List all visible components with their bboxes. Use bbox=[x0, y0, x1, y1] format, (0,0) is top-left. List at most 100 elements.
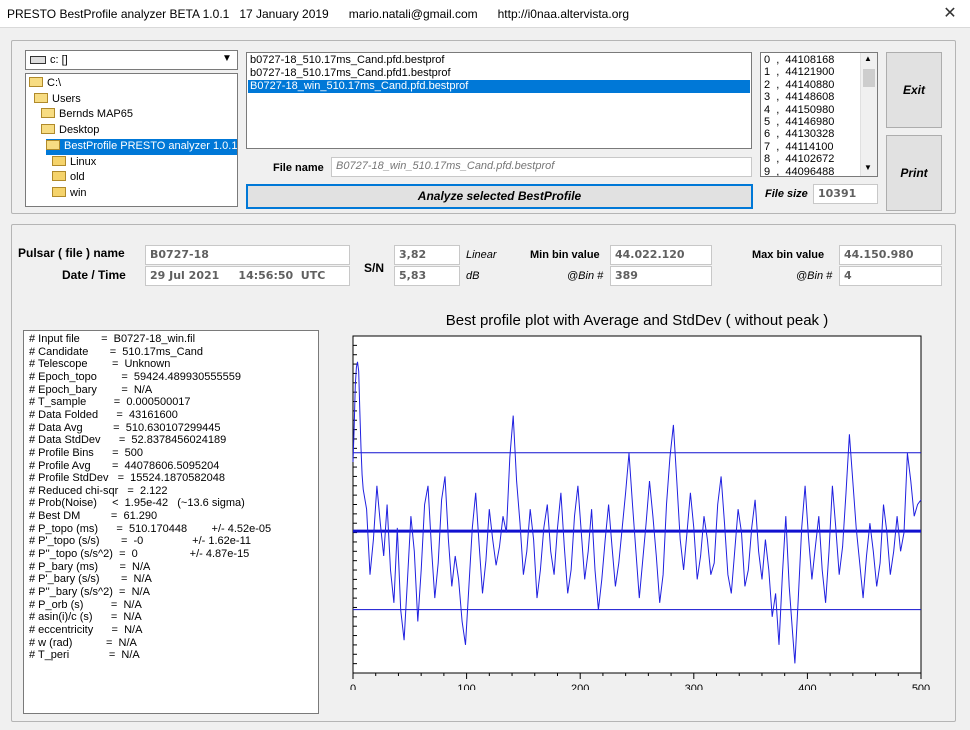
info-line: # Input file = B0727-18_win.fil bbox=[29, 333, 196, 345]
plot-area bbox=[352, 335, 922, 674]
file-list[interactable]: b0727-18_510.17ms_Cand.pfd.bestprof b0727… bbox=[246, 52, 752, 149]
datetime-field: 29 Jul 2021 14:56:50 UTC bbox=[145, 266, 350, 286]
x-tick-label: 0 bbox=[350, 683, 356, 690]
folder-icon bbox=[52, 155, 66, 166]
info-line: # Prob(Noise) < 1.95e-42 (~13.6 sigma) bbox=[29, 497, 245, 510]
info-line: # Data Folded = 43161600 bbox=[29, 408, 178, 421]
folder-icon bbox=[41, 108, 55, 119]
directory-item[interactable]: C:\ bbox=[29, 76, 61, 92]
pulsar-label: Pulsar ( file ) name bbox=[18, 246, 125, 260]
directory-label: Desktop bbox=[59, 124, 100, 137]
info-line: # Reduced chi-sqr = 2.122 bbox=[29, 484, 168, 497]
info-line: # Profile StdDev = 15524.1870582048 bbox=[29, 472, 226, 485]
chevron-down-icon: ▼ bbox=[222, 53, 232, 64]
info-line: # P_bary (ms) = N/A bbox=[29, 560, 151, 573]
folder-icon bbox=[41, 124, 55, 135]
min-bin-label: Min bin value bbox=[530, 249, 600, 261]
directory-label: BestProfile PRESTO analyzer 1.0.1.e bbox=[64, 139, 238, 152]
title-bar: PRESTO BestProfile analyzer BETA 1.0.1 1… bbox=[0, 0, 970, 28]
info-line: # T_sample = 0.000500017 bbox=[29, 396, 191, 409]
bin-value-row: 2 , 44140880 bbox=[764, 78, 835, 91]
datetime-label: Date / Time bbox=[62, 268, 126, 282]
x-tick-label: 200 bbox=[571, 683, 589, 690]
info-line: # P'_bary (s/s) = N/A bbox=[29, 573, 152, 586]
analyze-button[interactable]: Analyze selected BestProfile bbox=[246, 184, 753, 209]
filesize-field: 10391 bbox=[813, 184, 878, 204]
directory-label: Linux bbox=[70, 155, 97, 168]
directory-item[interactable]: BestProfile PRESTO analyzer 1.0.1.e bbox=[46, 138, 238, 155]
info-line: # asin(i)/c (s) = N/A bbox=[29, 611, 142, 624]
max-bin-field: 44.150.980 bbox=[839, 245, 942, 265]
folder-icon bbox=[52, 171, 66, 182]
info-line: # P'_topo (s/s) = -0 +/- 1.62e-11 bbox=[29, 535, 251, 548]
info-line: # P_topo (ms) = 510.170448 +/- 4.52e-05 bbox=[29, 522, 272, 535]
info-line: # w (rad) = N/A bbox=[29, 636, 137, 649]
info-line: # P''_bary (s/s^2) = N/A bbox=[29, 586, 150, 598]
info-line: # P''_topo (s/s^2) = 0 +/- 4.87e-15 bbox=[29, 548, 250, 561]
info-line: # Epoch_topo = 59424.489930555559 bbox=[29, 370, 241, 383]
info-line: # eccentricity = N/A bbox=[29, 623, 143, 636]
sn-linear-label: Linear bbox=[466, 249, 497, 261]
filename-label: File name bbox=[273, 162, 324, 174]
scroll-up-icon[interactable]: ▲ bbox=[864, 54, 872, 63]
window-title: PRESTO BestProfile analyzer BETA 1.0.1 1… bbox=[7, 7, 630, 21]
file-item[interactable]: B0727-18_win_510.17ms_Cand.pfd.bestprof bbox=[248, 80, 750, 93]
sn-label: S/N bbox=[364, 261, 385, 275]
bin-value-row: 3 , 44148608 bbox=[764, 91, 835, 104]
x-tick-label: 100 bbox=[457, 683, 475, 690]
profile-chart: 0 100 200 300 400 500 bbox=[350, 335, 930, 690]
scroll-down-icon[interactable]: ▼ bbox=[864, 163, 872, 172]
drive-value: c: [] bbox=[50, 54, 68, 66]
directory-item[interactable]: Desktop bbox=[41, 123, 99, 139]
bin-list-scrollbar[interactable]: ▲ ▼ bbox=[860, 53, 877, 176]
file-item[interactable]: b0727-18_510.17ms_Cand.pfd.bestprof bbox=[248, 54, 750, 67]
file-item[interactable]: b0727-18_510.17ms_Cand.pfd1.bestprof bbox=[248, 67, 750, 80]
sn-db-field: 5,83 bbox=[394, 266, 460, 286]
info-line: # P_orb (s) = N/A bbox=[29, 598, 142, 611]
max-bin-index-label: @Bin # bbox=[796, 270, 833, 282]
bin-value-row: 7 , 44114100 bbox=[764, 140, 834, 153]
directory-label: old bbox=[70, 171, 85, 184]
info-line: # Telescope = Unknown bbox=[29, 358, 171, 371]
folder-icon bbox=[52, 186, 66, 197]
drive-select[interactable]: c: [] ▼ bbox=[25, 50, 238, 70]
bin-value-row: 8 , 44102672 bbox=[764, 153, 835, 166]
info-line: # Epoch_bary = N/A bbox=[29, 383, 153, 396]
info-line: # Profile Bins = 500 bbox=[29, 446, 144, 459]
bestprof-info-panel[interactable]: # Input file = B0727-18_win.fil # Candida… bbox=[23, 330, 319, 714]
directory-list[interactable]: C:\ Users Bernds MAP65 Desktop BestProfile P… bbox=[25, 73, 238, 207]
max-bin-index-field: 4 bbox=[839, 266, 942, 286]
x-tick-label: 300 bbox=[685, 683, 703, 690]
filename-field[interactable]: B0727-18_win_510.17ms_Cand.pfd.bestprof bbox=[331, 157, 752, 177]
directory-label: C:\ bbox=[47, 77, 62, 89]
info-line: # T_peri = N/A bbox=[29, 649, 140, 662]
sn-linear-field: 3,82 bbox=[394, 245, 460, 265]
sn-db-label: dB bbox=[466, 270, 480, 282]
directory-item[interactable]: Users bbox=[34, 92, 81, 108]
filesize-label: File size bbox=[765, 188, 808, 200]
print-button[interactable]: Print bbox=[886, 135, 942, 211]
directory-item[interactable]: old bbox=[52, 170, 85, 186]
folder-icon bbox=[34, 92, 48, 103]
directory-label: win bbox=[70, 186, 87, 199]
directory-item[interactable]: Linux bbox=[52, 155, 96, 171]
max-bin-label: Max bin value bbox=[752, 249, 825, 261]
folder-icon bbox=[46, 139, 60, 150]
directory-item[interactable]: Bernds MAP65 bbox=[41, 107, 133, 123]
scroll-thumb[interactable] bbox=[863, 69, 875, 87]
directory-item[interactable]: win bbox=[52, 186, 87, 202]
chart-title: Best profile plot with Average and StdDe… bbox=[445, 312, 829, 329]
info-line: # Data Avg = 510.630107299445 bbox=[29, 421, 221, 434]
close-window-button[interactable]: ✕ bbox=[935, 3, 965, 25]
directory-label: Users bbox=[52, 92, 81, 105]
directory-label: Bernds MAP65 bbox=[59, 108, 133, 121]
info-line: # Best DM = 61.290 bbox=[29, 510, 158, 523]
min-bin-field: 44.022.120 bbox=[610, 245, 712, 265]
x-tick-label: 400 bbox=[798, 683, 816, 690]
info-line: # Candidate = 510.17ms_Cand bbox=[29, 345, 203, 358]
bin-value-row: 6 , 44130328 bbox=[764, 128, 835, 141]
x-tick-label: 500 bbox=[912, 683, 930, 690]
info-line: # Data StdDev = 52.8378456024189 bbox=[29, 434, 227, 447]
exit-button[interactable]: Exit bbox=[886, 52, 942, 128]
folder-icon bbox=[29, 77, 43, 87]
